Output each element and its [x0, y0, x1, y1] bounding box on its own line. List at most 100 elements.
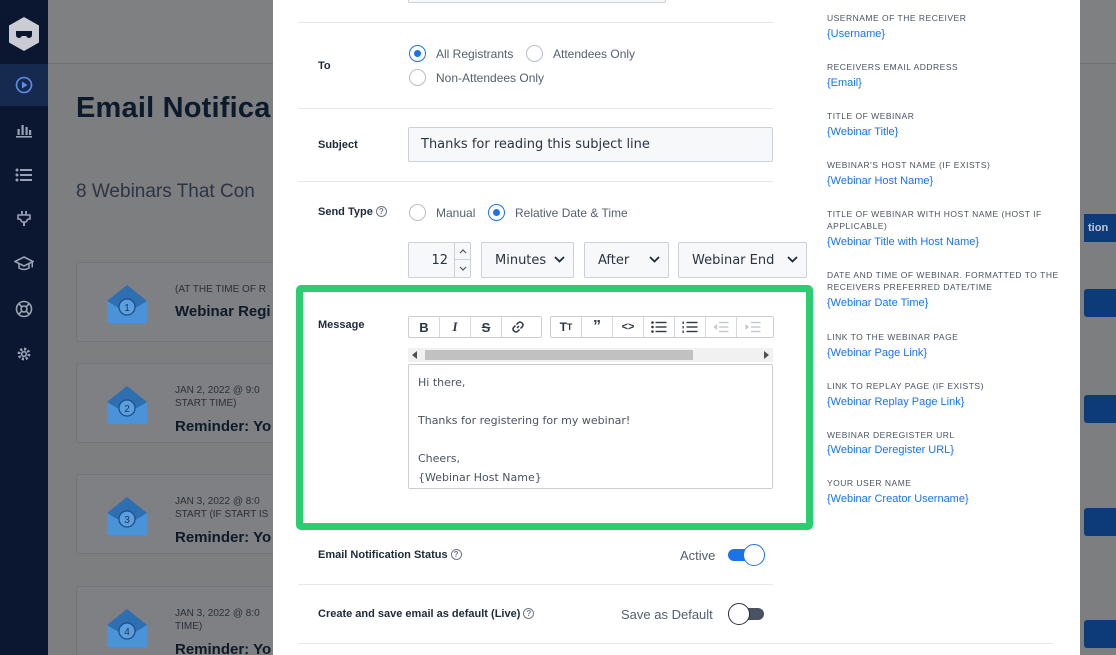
scroll-right-icon: [764, 351, 769, 359]
message-line: {Webinar Host Name}: [418, 471, 542, 484]
numbered-list-icon[interactable]: [675, 317, 706, 337]
message-line: Thanks for registering for my webinar!: [418, 414, 631, 427]
subject-label: Subject: [318, 139, 358, 151]
chevron-down-icon: [554, 256, 565, 263]
message-line: Hi there,: [418, 376, 466, 389]
radio-attendees-only[interactable]: Attendees Only: [526, 45, 635, 62]
stepper-down-icon[interactable]: [454, 260, 470, 277]
card-name: Webinar Regi: [175, 303, 271, 320]
variable-token[interactable]: {Webinar Creator Username}: [827, 493, 969, 505]
link-icon[interactable]: [502, 317, 533, 337]
envelope-icon: 2: [107, 386, 147, 424]
heading-button[interactable]: TT: [551, 317, 582, 337]
help-icon[interactable]: ?: [523, 608, 535, 619]
help-icon[interactable]: ?: [375, 206, 387, 217]
message-editor[interactable]: Hi there, Thanks for registering for my …: [408, 364, 773, 489]
nav-academy-icon[interactable]: [0, 243, 48, 285]
nav-analytics-icon[interactable]: [0, 109, 48, 151]
variable-token[interactable]: {Webinar Replay Page Link}: [827, 396, 964, 408]
subject-input[interactable]: Thanks for reading this subject line: [408, 127, 773, 162]
stepper-up-icon[interactable]: [454, 243, 470, 260]
default-label: Create and save email as default (Live)?: [318, 608, 535, 620]
card-action-button[interactable]: [1084, 289, 1116, 317]
relation-select[interactable]: After: [584, 242, 669, 278]
app-logo-icon[interactable]: [8, 16, 40, 52]
status-label: Email Notification Status?: [318, 549, 462, 561]
svg-text:4: 4: [124, 627, 130, 638]
scroll-left-icon: [412, 351, 417, 359]
variable-token[interactable]: {Webinar Title}: [827, 126, 898, 138]
webinar-count-title: 8 Webinars That Con: [76, 181, 255, 202]
card-name: Reminder: Yo: [175, 418, 272, 435]
format-toolbar-group: B I S: [408, 316, 542, 338]
scrollbar-thumb: [425, 350, 693, 360]
card-action-button[interactable]: [1084, 395, 1116, 423]
variable-token[interactable]: {Webinar Page Link}: [827, 347, 927, 359]
email-notification-modal: To All Registrants Attendees Only Non-At…: [273, 0, 1080, 655]
indent-icon[interactable]: [737, 317, 768, 337]
variable-description: YOUR USER NAME: [827, 478, 912, 488]
code-button[interactable]: <>: [613, 317, 644, 337]
envelope-icon: 1: [107, 285, 147, 323]
message-line: Cheers,: [418, 452, 460, 465]
bullet-list-icon[interactable]: [644, 317, 675, 337]
variable-description: RECEIVERS EMAIL ADDRESS: [827, 62, 959, 72]
variable-description: LINK TO THE WEBINAR PAGE: [827, 332, 959, 342]
default-toggle[interactable]: [728, 603, 765, 625]
variable-token[interactable]: {Email}: [827, 77, 862, 89]
card-name: Reminder: Yo: [175, 529, 272, 546]
variable-token[interactable]: {Webinar Host Name}: [827, 175, 933, 187]
message-line: [418, 430, 763, 449]
name-input[interactable]: [408, 0, 666, 3]
message-line: [418, 392, 763, 411]
bold-button[interactable]: B: [409, 317, 440, 337]
italic-button[interactable]: I: [440, 317, 471, 337]
help-icon[interactable]: ?: [450, 549, 462, 560]
nav-settings-icon[interactable]: [0, 333, 48, 375]
unit-select[interactable]: Minutes: [481, 242, 574, 278]
variable-description: WEBINAR'S HOST NAME (IF EXISTS): [827, 160, 991, 170]
variable-description: TITLE OF WEBINAR: [827, 111, 915, 121]
block-toolbar-group: TT ” <>: [550, 316, 774, 338]
card-action-button[interactable]: [1084, 620, 1116, 648]
variable-token[interactable]: {Webinar Deregister URL}: [827, 444, 954, 456]
variable-description: LINK TO REPLAY PAGE (IF EXISTS): [827, 381, 984, 391]
variable-description: TITLE OF WEBINAR WITH HOST NAME (HOST IF…: [827, 209, 1042, 231]
radio-all-registrants[interactable]: All Registrants: [409, 45, 513, 62]
action-tab[interactable]: tion: [1084, 214, 1116, 242]
nav-support-icon[interactable]: [0, 288, 48, 330]
radio-manual[interactable]: Manual: [409, 204, 475, 221]
editor-horizontal-scrollbar[interactable]: [408, 348, 773, 362]
page-title: Email Notifica: [76, 92, 271, 124]
outdent-icon[interactable]: [706, 317, 737, 337]
variable-token[interactable]: {Webinar Date Time}: [827, 297, 928, 309]
nav-webinars-icon[interactable]: [0, 64, 48, 106]
to-label: To: [318, 60, 331, 72]
envelope-icon: 3: [107, 497, 147, 535]
variable-description: USERNAME OF THE RECEIVER: [827, 13, 967, 23]
event-select[interactable]: Webinar End: [678, 242, 807, 278]
send-type-label: Send Type?: [318, 206, 387, 218]
variable-description: DATE AND TIME OF WEBINAR. FORMATTED TO T…: [827, 270, 1059, 292]
radio-relative-date-time[interactable]: Relative Date & Time: [488, 204, 628, 221]
nav-integrations-icon[interactable]: [0, 198, 48, 240]
divider: [298, 643, 1053, 644]
card-meta: JAN 3, 2022 @ 8:0 START (IF START IS: [175, 496, 269, 520]
nav-list-icon[interactable]: [0, 154, 48, 196]
card-action-button[interactable]: [1084, 508, 1116, 536]
divider: [298, 22, 773, 23]
strikethrough-button[interactable]: S: [471, 317, 502, 337]
card-meta: JAN 2, 2022 @ 9:0 START TIME): [175, 385, 260, 409]
card-name: Reminder: Yo: [175, 641, 272, 655]
variable-token[interactable]: {Username}: [827, 28, 885, 40]
quote-button[interactable]: ”: [582, 317, 613, 337]
svg-text:1: 1: [124, 303, 130, 314]
message-label: Message: [318, 319, 365, 331]
variable-token[interactable]: {Webinar Title with Host Name}: [827, 236, 979, 248]
variable-description: WEBINAR DEREGISTER URL: [827, 430, 955, 440]
envelope-icon: 4: [107, 609, 147, 647]
chevron-down-icon: [787, 256, 798, 263]
default-state-label: Save as Default: [621, 607, 713, 622]
status-toggle[interactable]: [728, 544, 765, 566]
radio-non-attendees-only[interactable]: Non-Attendees Only: [409, 69, 544, 86]
